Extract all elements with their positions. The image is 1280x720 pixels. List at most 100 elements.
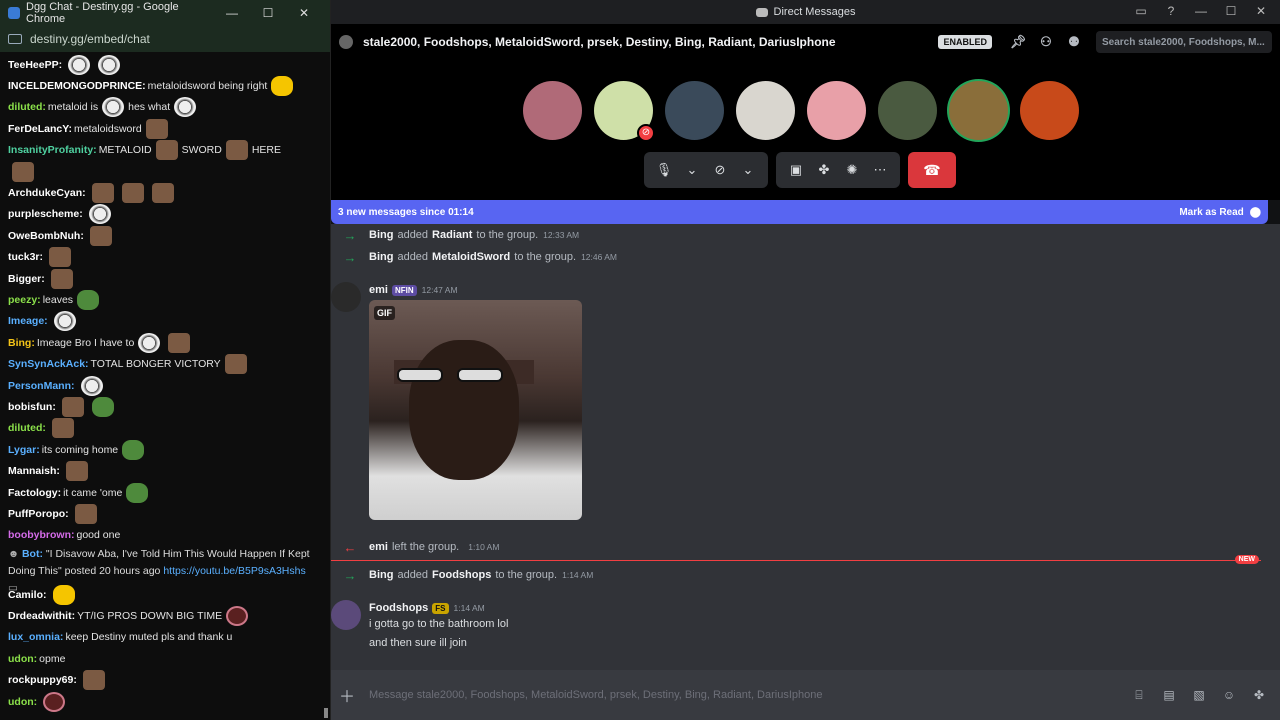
gif-picker-icon[interactable]: ▤: [1154, 688, 1184, 702]
server-tag[interactable]: FS: [432, 602, 449, 614]
participant-avatar[interactable]: [523, 81, 582, 140]
chat-username[interactable]: Bigger:: [8, 273, 45, 285]
chat-username[interactable]: udon:: [8, 653, 37, 665]
chat-username[interactable]: purplescheme:: [8, 208, 83, 220]
add-friends-icon[interactable]: ⚇: [1035, 34, 1057, 50]
emote-icon: [102, 97, 125, 118]
actor[interactable]: emi: [369, 541, 388, 553]
camera-off-icon[interactable]: ⊘: [706, 162, 734, 178]
participant-avatar[interactable]: [878, 81, 937, 140]
chat-text: metaloidsword: [74, 122, 142, 135]
emoji-icon[interactable]: ☺: [1214, 688, 1244, 702]
chat-username[interactable]: ArchdukeCyan:: [8, 187, 86, 199]
chat-username[interactable]: lux_omnia:: [8, 631, 63, 643]
chat-text: hes what: [128, 101, 171, 114]
activities-icon[interactable]: ✤: [810, 162, 838, 178]
close-button[interactable]: ✕: [1248, 4, 1274, 18]
microphone-icon[interactable]: 🎙︎: [650, 162, 678, 178]
add-attachment-icon[interactable]: ＋: [337, 683, 357, 707]
group-dm-icon: [339, 35, 353, 49]
maximize-button[interactable]: ☐: [250, 6, 286, 20]
chat-username[interactable]: peezy:: [8, 294, 41, 306]
target[interactable]: MetaloidSword: [432, 251, 510, 263]
chat-username[interactable]: udon:: [8, 696, 37, 708]
chat-message: [8, 161, 322, 182]
url-text[interactable]: destiny.gg/embed/chat: [30, 32, 150, 46]
channel-name[interactable]: stale2000, Foodshops, MetaloidSword, prs…: [363, 35, 938, 49]
screen-share-icon[interactable]: ▣: [782, 162, 810, 178]
scrollbar[interactable]: [324, 708, 328, 718]
chat-username[interactable]: diluted:: [8, 422, 46, 434]
chat-username[interactable]: Lygar:: [8, 444, 40, 456]
apps-icon[interactable]: ✤: [1244, 688, 1274, 702]
participant-avatar[interactable]: ⊘: [594, 81, 655, 142]
chat-username[interactable]: PersonMann:: [8, 380, 75, 392]
chat-username[interactable]: InsanityProfanity:: [8, 144, 97, 156]
chat-username[interactable]: FerDeLancY:: [8, 123, 72, 135]
chat-username[interactable]: diluted:: [8, 101, 46, 113]
disconnect-button[interactable]: ☎: [908, 152, 956, 188]
gif-attachment[interactable]: GIF: [369, 300, 582, 520]
username[interactable]: Foodshops: [369, 602, 428, 614]
member-list-icon[interactable]: ⚉: [1063, 34, 1085, 50]
emote-icon: [225, 140, 248, 161]
address-bar[interactable]: destiny.gg/embed/chat: [0, 26, 330, 52]
chat-username[interactable]: bobisfun:: [8, 401, 56, 413]
chat-username[interactable]: Drdeadwithit:: [8, 610, 75, 622]
close-button[interactable]: ✕: [286, 6, 322, 20]
chevron-down-icon[interactable]: ⌄: [734, 162, 762, 178]
mark-as-read-button[interactable]: Mark as Read: [1179, 207, 1243, 218]
username[interactable]: emi: [369, 284, 388, 296]
minimize-button[interactable]: —: [1188, 4, 1214, 18]
chat-username[interactable]: boobybrown:: [8, 529, 75, 541]
minimize-button[interactable]: —: [214, 6, 250, 20]
server-tag[interactable]: NFIN: [391, 284, 417, 296]
participant-avatar[interactable]: [736, 81, 795, 140]
chat-username[interactable]: Mannaish:: [8, 465, 60, 477]
actor[interactable]: Bing: [369, 251, 393, 263]
activity-group: ▣ ✤ ✺ ⋯: [776, 152, 900, 188]
maximize-button[interactable]: ☐: [1218, 4, 1244, 18]
chat-username[interactable]: Factology:: [8, 487, 61, 499]
chat-username[interactable]: PuffPoropo:: [8, 508, 69, 520]
avatar[interactable]: [331, 600, 361, 630]
target[interactable]: Radiant: [432, 229, 472, 241]
chat-username[interactable]: Imeage:: [8, 315, 48, 327]
help-icon[interactable]: ?: [1158, 4, 1184, 18]
participant-avatar[interactable]: [1020, 81, 1079, 140]
chat-text: SWORD: [181, 144, 222, 157]
video-link[interactable]: https://youtu.be/B5P9sA3Hshs: [163, 565, 305, 577]
gift-icon[interactable]: ⌸: [1124, 688, 1154, 703]
chevron-down-icon[interactable]: ⌄: [678, 162, 706, 178]
participant-avatar[interactable]: [665, 81, 724, 140]
target[interactable]: Foodshops: [432, 569, 491, 581]
chat-username[interactable]: INCELDEMONGODPRINCE:: [8, 80, 146, 92]
site-info-icon[interactable]: [8, 34, 22, 44]
participant-avatar[interactable]: [807, 81, 866, 140]
inbox-icon[interactable]: ▭: [1128, 4, 1154, 18]
chat-username[interactable]: OweBombNuh:: [8, 230, 84, 242]
new-messages-bar[interactable]: 3 new messages since 01:14 Mark as Read …: [331, 200, 1268, 224]
chat-text: keep Destiny muted pls and thank u: [65, 631, 233, 644]
actor[interactable]: Bing: [369, 569, 393, 581]
chat-username[interactable]: Bing:: [8, 337, 35, 349]
pin-icon[interactable]: 📌︎: [1007, 34, 1029, 50]
search-input[interactable]: Search stale2000, Foodshops, M...: [1096, 31, 1272, 53]
chat-username[interactable]: rockpuppy69:: [8, 674, 77, 686]
message-input[interactable]: [369, 689, 1124, 701]
sticker-icon[interactable]: ▧: [1184, 688, 1214, 702]
message-line: i gotta go to the bathroom lol: [369, 618, 509, 630]
actor[interactable]: Bing: [369, 229, 393, 241]
emote-icon: [145, 118, 168, 139]
mark-read-icon[interactable]: ⬤: [1250, 207, 1261, 218]
emote-icon: [53, 311, 76, 332]
participant-avatar[interactable]: [949, 81, 1008, 140]
chat-username[interactable]: TeeHeePP:: [8, 59, 62, 71]
soundboard-icon[interactable]: ✺: [838, 162, 866, 178]
chat-username[interactable]: SynSynAckAck:: [8, 358, 89, 370]
avatar[interactable]: [331, 282, 361, 312]
chat-username[interactable]: Bot: [22, 548, 40, 560]
chat-username[interactable]: Camilo:: [8, 589, 47, 601]
chat-username[interactable]: tuck3r:: [8, 251, 43, 263]
more-icon[interactable]: ⋯: [866, 162, 894, 178]
